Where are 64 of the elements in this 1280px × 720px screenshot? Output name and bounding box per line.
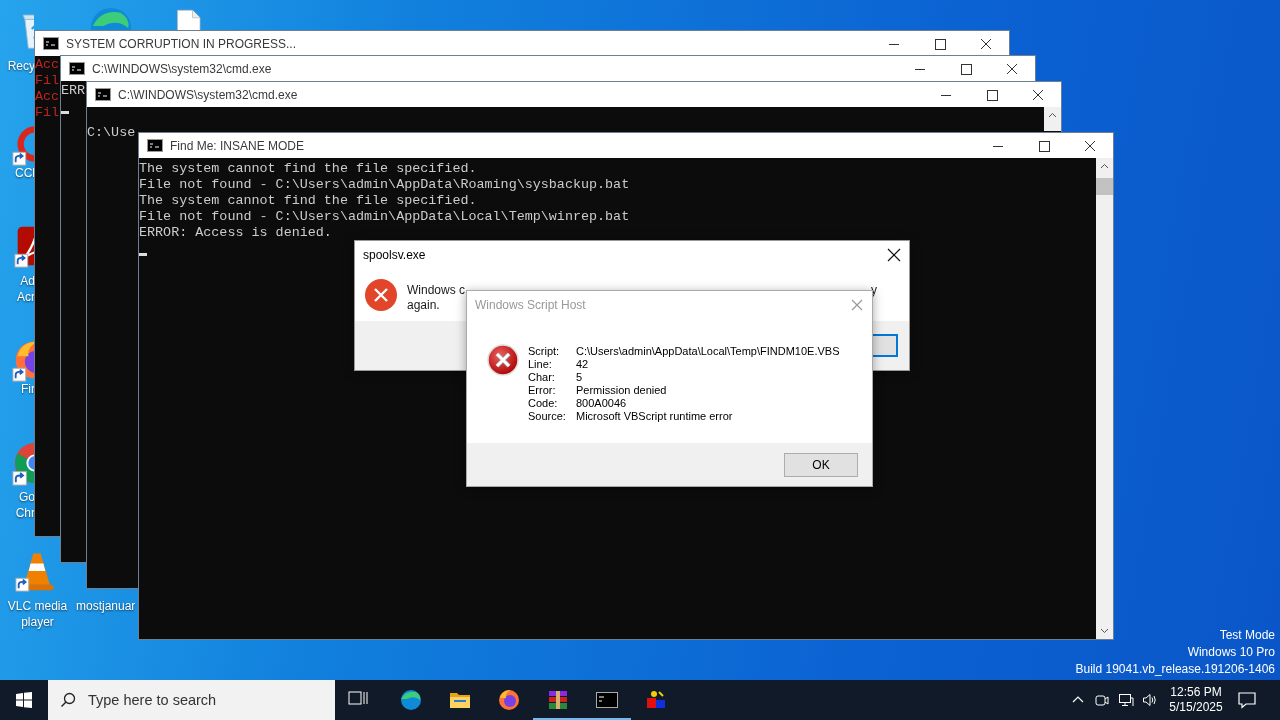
dialog-title: Windows Script Host <box>475 298 586 312</box>
message-text: Windows c <box>407 283 465 298</box>
icon-label[interactable]: Fir <box>4 381 35 397</box>
console-line: The system cannot find the file specified. <box>139 161 477 177</box>
console-line: ERR <box>61 83 86 99</box>
field-label: Source: <box>528 410 567 423</box>
ok-button[interactable]: OK <box>784 452 858 477</box>
field-value: 5 <box>576 371 584 384</box>
system-info-text: Test Mode <box>1219 627 1275 644</box>
icon-label[interactable]: mostjanuar <box>76 598 138 614</box>
clock[interactable]: 12:56 PM 5/15/2025 <box>1165 680 1227 720</box>
field-label: Script: <box>528 345 561 358</box>
field-value: 800A0046 <box>576 397 628 410</box>
search-box[interactable]: Type here to search <box>48 680 335 720</box>
console-line: C:\Use <box>87 125 136 141</box>
error-icon <box>365 279 397 311</box>
field-value: C:\Users\admin\AppData\Local\Temp\FINDM10E.VBS <box>576 345 840 358</box>
close-icon[interactable] <box>886 247 902 263</box>
console-icon <box>95 88 111 101</box>
icon-label[interactable]: CCl <box>4 165 35 181</box>
search-input[interactable]: Type here to search <box>88 692 308 708</box>
console-line: File not found - C:\Users\admin\AppData\Roaming\sysbackup.bat <box>139 177 630 193</box>
icon-label[interactable]: VLC media player <box>0 598 75 630</box>
system-info-text: Build 19041.vb_release.191206-1406 <box>1075 661 1275 678</box>
speaker-icon <box>1142 692 1158 708</box>
console-line: Acc <box>35 89 60 105</box>
field-label: Code: <box>528 397 559 410</box>
camera-icon <box>1094 692 1110 708</box>
console-line: Fil <box>35 105 60 121</box>
console-line: The system cannot find the file specified. <box>139 193 477 209</box>
icon-label[interactable]: Recy <box>4 58 35 74</box>
text-cursor <box>139 253 147 256</box>
edge-icon <box>398 688 423 712</box>
icon-label[interactable]: Ad Acr <box>4 273 35 305</box>
message-text: again. <box>407 298 440 313</box>
field-value: Microsoft VBScript runtime error <box>576 410 734 423</box>
console-icon <box>147 139 163 152</box>
console-line: Acc <box>35 57 60 72</box>
network-icon <box>1118 692 1134 708</box>
search-icon <box>60 692 76 708</box>
console-line: ERROR: Access is denied. <box>139 225 332 241</box>
console-line: Fil <box>35 73 60 89</box>
field-value: Permission denied <box>576 384 668 397</box>
field-label: Char: <box>528 371 556 384</box>
field-label: Line: <box>528 358 553 371</box>
window-title: C:\WINDOWS\system32\cmd.exe <box>92 61 273 76</box>
scrollbar-thumb[interactable] <box>1096 178 1113 195</box>
window-title: Find Me: INSANE MODE <box>170 138 306 153</box>
dialog-title: spoolsv.exe <box>363 248 426 262</box>
field-label: Error: <box>528 384 557 397</box>
default-button[interactable] <box>872 334 898 357</box>
console-icon <box>43 37 59 50</box>
field-value: 42 <box>576 358 590 371</box>
speech-bubble-icon <box>1237 690 1257 710</box>
window-title: C:\WINDOWS\system32\cmd.exe <box>118 87 299 102</box>
console-icon <box>69 62 85 75</box>
windows-logo-icon <box>16 692 32 708</box>
error-icon <box>487 344 519 376</box>
system-info-text: Windows 10 Pro <box>1187 644 1275 661</box>
icon-label[interactable]: Go Chr <box>4 489 35 521</box>
text-cursor <box>61 111 69 114</box>
console-line: File not found - C:\Users\admin\AppData\Local\Temp\winrep.bat <box>139 209 630 225</box>
firefox-icon <box>496 688 521 712</box>
window-title: SYSTEM CORRUPTION IN PROGRESS... <box>66 36 298 51</box>
